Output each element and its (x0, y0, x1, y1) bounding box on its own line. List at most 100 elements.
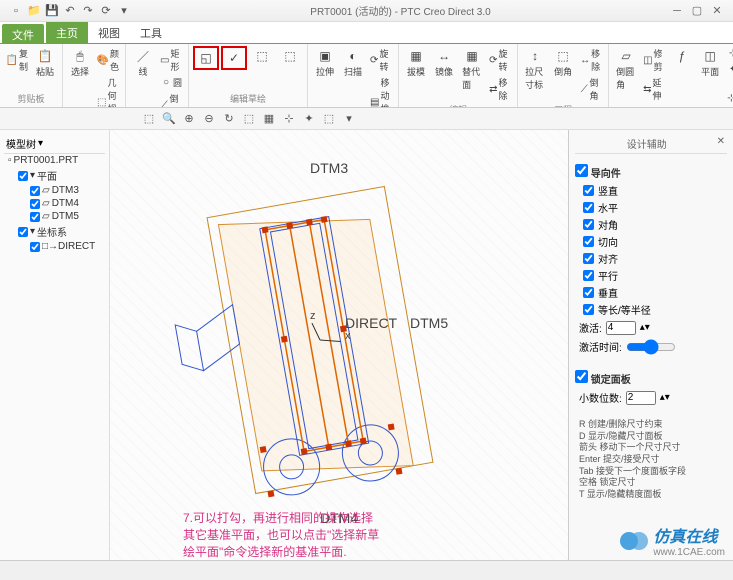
ribbon-button[interactable]: ↔移除 (578, 46, 604, 74)
tree-root[interactable]: ▫ PRT0001.PRT (4, 154, 105, 167)
stepper-icon[interactable]: ▴▾ (640, 322, 650, 333)
ribbon-icon: ⊹ (727, 93, 733, 105)
open-icon[interactable]: 📁 (26, 3, 42, 19)
ribbon-button[interactable]: ▣拉伸 (312, 46, 338, 80)
ribbon-button[interactable]: ↕拉尺寸标 (522, 46, 548, 93)
ribbon-button[interactable]: ⇆延伸 (641, 75, 667, 103)
guide-checkbox[interactable] (583, 219, 594, 230)
view-btn-8[interactable]: ⊹ (280, 110, 298, 128)
close-button[interactable]: ✕ (709, 4, 725, 18)
guide-checkbox[interactable] (583, 287, 594, 298)
ribbon-button[interactable]: ▭矩形 (158, 46, 184, 74)
ribbon-button[interactable]: ⬚ (249, 46, 275, 66)
tree-group-planes[interactable]: ▾ 平面 (4, 167, 105, 184)
folder-icon: ▾ (30, 226, 35, 237)
ribbon-button[interactable]: ▤移动推拉 (368, 75, 394, 108)
ribbon-button[interactable]: ⟳旋转 (487, 46, 513, 74)
stepper-icon[interactable]: ▴▾ (660, 392, 670, 403)
ribbon-icon: ○ (160, 77, 172, 89)
redo-icon[interactable]: ↷ (80, 3, 96, 19)
ribbon-button[interactable]: ○圆 (158, 75, 184, 90)
view-btn-5[interactable]: ↻ (220, 110, 238, 128)
ribbon-button[interactable]: ↔镜像 (431, 46, 457, 80)
ribbon-button[interactable]: ▦替代面 (459, 46, 485, 93)
ribbon-button[interactable]: ◫平面 (697, 46, 723, 80)
window-icon[interactable]: ▾ (116, 3, 132, 19)
ribbon-button[interactable]: ✓ (221, 46, 247, 70)
ribbon-button[interactable]: 🖱选择 (67, 46, 93, 80)
ribbon-button[interactable]: 📋复制 (4, 46, 30, 74)
tab-tools[interactable]: 工具 (130, 22, 172, 43)
undo-icon[interactable]: ↶ (62, 3, 78, 19)
tree-dtm4[interactable]: ▱DTM4 (4, 197, 105, 210)
ribbon-button[interactable]: ⟋倒角 (158, 91, 184, 108)
minimize-button[interactable]: ─ (669, 4, 685, 18)
new-icon[interactable]: ▫ (8, 3, 24, 19)
tab-home[interactable]: 主页 (46, 22, 88, 43)
plane-icon: ▱ (42, 211, 50, 222)
time-slider[interactable] (626, 340, 676, 354)
lock-header[interactable]: 锁定面板 (575, 368, 727, 388)
ribbon-button[interactable]: ▦拔模 (403, 46, 429, 80)
group-check[interactable] (18, 171, 28, 181)
ribbon-button[interactable]: ⬚几何规则 (95, 75, 121, 108)
panel-close-icon[interactable]: ✕ (717, 136, 725, 147)
ribbon-button[interactable]: ⟋倒角 (578, 75, 604, 103)
guide-checkbox[interactable] (583, 304, 594, 315)
activate-input[interactable] (606, 321, 636, 335)
ribbon-button[interactable]: ⟳旋转 (368, 46, 394, 74)
tree-direct[interactable]: □→DIRECT (4, 240, 105, 253)
view-btn-9[interactable]: ✦ (300, 110, 318, 128)
guide-checkbox[interactable] (583, 185, 594, 196)
view-btn-6[interactable]: ⬚ (240, 110, 258, 128)
view-btn-7[interactable]: ▦ (260, 110, 278, 128)
ribbon-button[interactable]: 📋粘贴 (32, 46, 58, 80)
tree-group-csys[interactable]: ▾ 坐标系 (4, 223, 105, 240)
view-btn-3[interactable]: ⊕ (180, 110, 198, 128)
decimals-input[interactable] (626, 391, 656, 405)
guide-checkbox[interactable] (583, 202, 594, 213)
view-toolbar: ⬚ 🔍 ⊕ ⊖ ↻ ⬚ ▦ ⊹ ✦ ⬚ ▾ (0, 108, 733, 130)
ribbon-button[interactable]: ◱ (193, 46, 219, 70)
ribbon-group: ▣拉伸◐扫描⟳旋转▤移动推拉形状 (308, 44, 399, 107)
ribbon-button[interactable]: ／线 (130, 46, 156, 80)
guide-check-row: 竖直 (575, 182, 727, 199)
window-title: PRT0001 (活动的) - PTC Creo Direct 3.0 (132, 3, 669, 18)
ribbon-button[interactable]: ƒ (669, 46, 695, 66)
ribbon-icon: ✓ (226, 50, 242, 66)
guide-checkbox[interactable] (583, 270, 594, 281)
refresh-icon[interactable]: ⟳ (98, 3, 114, 19)
maximize-button[interactable]: ▢ (689, 4, 705, 18)
tree-menu-icon[interactable]: ▾ (38, 138, 43, 149)
window-controls: ─ ▢ ✕ (669, 4, 725, 18)
view-btn-11[interactable]: ▾ (340, 110, 358, 128)
ribbon-button[interactable]: 🎨颜色 (95, 46, 121, 74)
tab-view[interactable]: 视图 (88, 22, 130, 43)
guides-header[interactable]: 导向件 (575, 162, 727, 182)
view-btn-2[interactable]: 🔍 (160, 110, 178, 128)
ribbon-button[interactable]: ⬚倒角 (550, 46, 576, 80)
ribbon-button[interactable]: ⊹坐标系 (725, 78, 733, 108)
tree-dtm5[interactable]: ▱DTM5 (4, 210, 105, 223)
panel-title: 设计辅助 ✕ (575, 134, 727, 154)
ribbon-button[interactable]: ⬚ (277, 46, 303, 66)
ribbon-button[interactable]: ◫修剪 (641, 46, 667, 74)
save-icon[interactable]: 💾 (44, 3, 60, 19)
ribbon-button[interactable]: ▱倒圆角 (613, 46, 639, 93)
guide-checkbox[interactable] (583, 236, 594, 247)
tab-file[interactable]: 文件 (2, 24, 44, 43)
ribbon-button[interactable]: ⇄移除 (487, 75, 513, 103)
guide-checkbox[interactable] (583, 253, 594, 264)
ribbon-button[interactable]: ✦点 (725, 62, 733, 77)
view-btn-4[interactable]: ⊖ (200, 110, 218, 128)
guide-check-row: 平行 (575, 267, 727, 284)
tree-dtm3[interactable]: ▱DTM3 (4, 184, 105, 197)
ribbon-button[interactable]: ◐扫描 (340, 46, 366, 80)
graphics-canvas[interactable]: DTM3 DTM4 DTM5 DIRECT x z 7.可以打勾，再进行相同的操… (110, 130, 568, 560)
view-btn-1[interactable]: ⬚ (140, 110, 158, 128)
view-btn-10[interactable]: ⬚ (320, 110, 338, 128)
guide-check-row: 垂直 (575, 284, 727, 301)
ribbon-button[interactable]: ⊹轴 (725, 46, 733, 61)
group-check[interactable] (18, 227, 28, 237)
guide-check-row: 切向 (575, 233, 727, 250)
